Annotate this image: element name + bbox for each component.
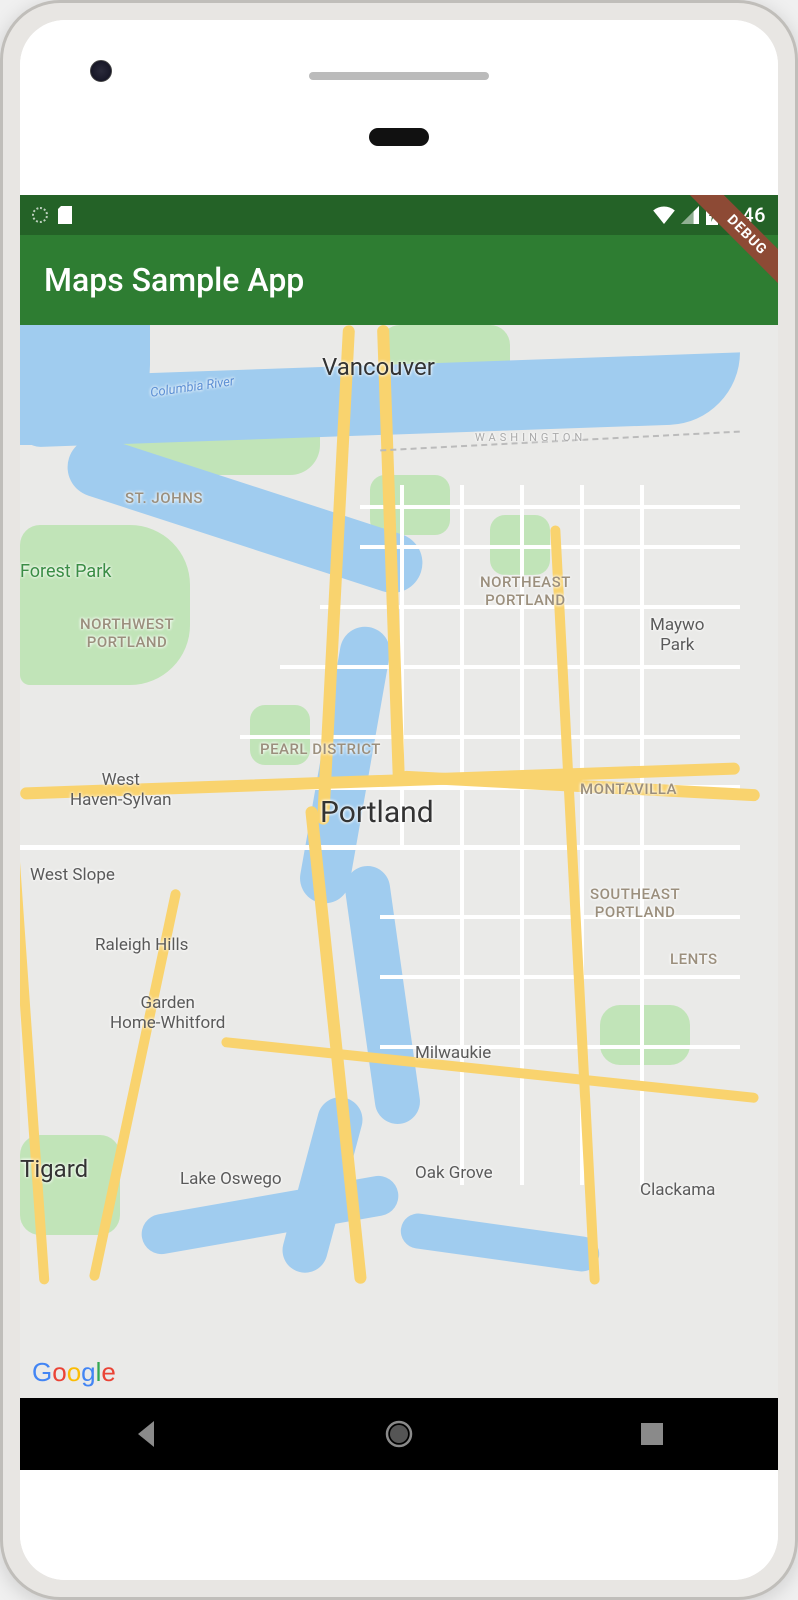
app-title: Maps Sample App (44, 261, 304, 299)
minor-road (380, 915, 740, 919)
minor-road (360, 505, 740, 509)
map-label-montavilla: MONTAVILLA (580, 780, 677, 798)
map-label-milwaukie: Milwaukie (415, 1043, 491, 1063)
map-label-oak-grove: Oak Grove (415, 1163, 493, 1183)
phone-device-frame: 5:46 DEBUG Maps Sample App (0, 0, 798, 1600)
proximity-sensor (369, 128, 429, 146)
minor-road (20, 845, 740, 850)
map-label-clackamas: Clackama (640, 1180, 715, 1200)
minor-road (360, 545, 740, 549)
app-bar: Maps Sample App (20, 235, 778, 325)
river-area (399, 1211, 602, 1273)
map-label-lents: LENTS (670, 950, 718, 968)
bezel-top (20, 20, 778, 195)
map-label-washington: WASHINGTON (475, 431, 586, 444)
map-label-tigard: Tigard (20, 1155, 88, 1183)
android-nav-bar (20, 1398, 778, 1470)
willamette-river (342, 863, 423, 1127)
sd-card-icon (58, 206, 72, 224)
recents-button[interactable] (635, 1417, 669, 1451)
google-map[interactable]: Vancouver Columbia River WASHINGTON ST. … (20, 325, 778, 1398)
bezel-bottom (20, 1470, 778, 1580)
screen: 5:46 DEBUG Maps Sample App (20, 195, 778, 1470)
map-label-west-slope: West Slope (30, 865, 115, 885)
map-label-ne-portland: NORTHEAST PORTLAND (480, 573, 571, 609)
map-label-portland: Portland (320, 795, 434, 830)
home-button[interactable] (382, 1417, 416, 1451)
minor-road (240, 735, 740, 739)
camera-dot (90, 60, 112, 82)
map-label-lake-oswego: Lake Oswego (180, 1169, 282, 1189)
map-label-garden-home: Garden Home-Whitford (110, 993, 225, 1033)
cellular-signal-icon (681, 206, 699, 224)
map-label-st-johns: ST. JOHNS (125, 489, 203, 507)
map-label-se-portland: SOUTHEAST PORTLAND (590, 885, 680, 921)
map-label-nw-portland: NORTHWEST PORTLAND (80, 615, 174, 651)
map-label-forest-park: Forest Park (20, 561, 111, 582)
status-bar: 5:46 (20, 195, 778, 235)
map-label-pearl-district: PEARL DISTRICT (260, 740, 381, 758)
activity-spinner-icon (32, 207, 48, 223)
minor-road (380, 975, 740, 979)
map-label-raleigh-hills: Raleigh Hills (95, 935, 188, 955)
back-button[interactable] (129, 1417, 163, 1451)
wifi-icon (653, 206, 675, 224)
speaker-grille (309, 72, 489, 80)
minor-road (460, 485, 464, 1185)
map-label-vancouver: Vancouver (322, 353, 435, 381)
google-attribution-logo: Google (32, 1357, 116, 1388)
park-area (600, 1005, 690, 1065)
forest-park-area (20, 525, 190, 685)
minor-road (280, 665, 740, 669)
map-label-west-haven: West Haven-Sylvan (70, 770, 172, 810)
map-label-maywood-park: Maywo Park (650, 615, 704, 655)
